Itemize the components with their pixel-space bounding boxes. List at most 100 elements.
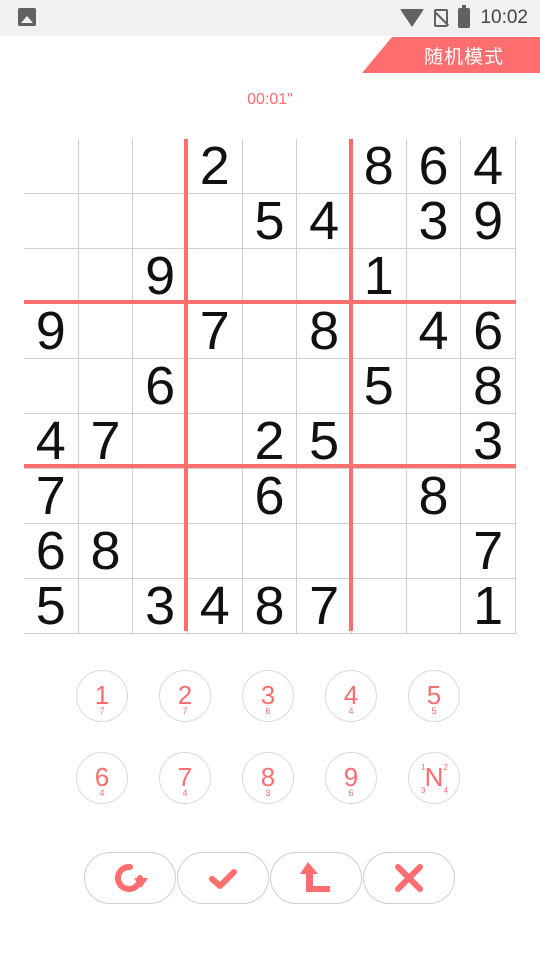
- board-cell-r5c4[interactable]: [188, 359, 243, 414]
- board-cell-r8c3[interactable]: [133, 524, 188, 579]
- board-cell-r1c8[interactable]: 6: [406, 139, 462, 194]
- board-cell-r1c3[interactable]: [133, 139, 188, 194]
- board-cell-r7c3[interactable]: [133, 469, 188, 524]
- note-mode-button[interactable]: N 1 2 3 4: [408, 752, 460, 804]
- board-cell-r1c1[interactable]: [24, 139, 79, 194]
- board-cell-r3c2[interactable]: [78, 249, 134, 304]
- board-cell-r2c4[interactable]: [188, 194, 243, 249]
- board-cell-r9c1[interactable]: 5: [24, 579, 79, 634]
- number-button-9[interactable]: 96: [325, 752, 377, 804]
- mode-label[interactable]: 随机模式: [362, 37, 540, 73]
- board-cell-r9c7[interactable]: [352, 579, 407, 634]
- board-cell-r4c9[interactable]: 6: [461, 304, 516, 359]
- board-cell-r3c1[interactable]: [24, 249, 79, 304]
- board-cell-r8c9[interactable]: 7: [461, 524, 516, 579]
- game-timer: 00:01": [247, 91, 293, 108]
- board-cell-r6c1[interactable]: 4: [24, 414, 79, 469]
- board-cell-r4c5[interactable]: [242, 304, 298, 359]
- board-cell-r2c6[interactable]: 4: [297, 194, 352, 249]
- board-cell-r5c7[interactable]: 5: [352, 359, 407, 414]
- board-cell-r6c3[interactable]: [133, 414, 188, 469]
- number-button-5[interactable]: 55: [408, 670, 460, 722]
- undo-button[interactable]: [84, 852, 176, 904]
- board-cell-r2c1[interactable]: [24, 194, 79, 249]
- board-cell-r3c6[interactable]: [297, 249, 352, 304]
- board-cell-r8c8[interactable]: [406, 524, 462, 579]
- board-cell-r5c9[interactable]: 8: [461, 359, 516, 414]
- board-cell-r4c6[interactable]: 8: [297, 304, 352, 359]
- number-button-7[interactable]: 74: [159, 752, 211, 804]
- board-cell-r2c7[interactable]: [352, 194, 407, 249]
- number-button-4[interactable]: 44: [325, 670, 377, 722]
- board-cell-r7c8[interactable]: 8: [406, 469, 462, 524]
- board-cell-r8c2[interactable]: 8: [78, 524, 134, 579]
- board-cell-r9c5[interactable]: 8: [242, 579, 298, 634]
- board-cell-r3c7[interactable]: 1: [352, 249, 407, 304]
- board-cell-r7c2[interactable]: [78, 469, 134, 524]
- board-cell-r9c2[interactable]: [78, 579, 134, 634]
- board-cell-r3c4[interactable]: [188, 249, 243, 304]
- erase-button[interactable]: [270, 852, 362, 904]
- board-cell-r5c2[interactable]: [78, 359, 134, 414]
- board-cell-r2c3[interactable]: [133, 194, 188, 249]
- board-cell-r4c4[interactable]: 7: [188, 304, 243, 359]
- number-button-2[interactable]: 27: [159, 670, 211, 722]
- board-cell-r3c8[interactable]: [406, 249, 462, 304]
- board-cell-r1c6[interactable]: [297, 139, 352, 194]
- board-cell-r2c8[interactable]: 3: [406, 194, 462, 249]
- board-cell-r8c4[interactable]: [188, 524, 243, 579]
- number-button-8[interactable]: 83: [242, 752, 294, 804]
- board-cell-r5c6[interactable]: [297, 359, 352, 414]
- board-cell-r8c5[interactable]: [242, 524, 298, 579]
- board-cell-r5c8[interactable]: [406, 359, 462, 414]
- board-cell-r1c9[interactable]: 4: [461, 139, 516, 194]
- board-cell-r5c5[interactable]: [242, 359, 298, 414]
- board-cell-r2c9[interactable]: 9: [461, 194, 516, 249]
- board-cell-r3c3[interactable]: 9: [133, 249, 188, 304]
- board-cell-r7c9[interactable]: [461, 469, 516, 524]
- board-cell-r4c2[interactable]: [78, 304, 134, 359]
- board-cell-r6c6[interactable]: 5: [297, 414, 352, 469]
- board-cell-r3c5[interactable]: [242, 249, 298, 304]
- board-cell-r1c4[interactable]: 2: [188, 139, 243, 194]
- clear-button[interactable]: [363, 852, 455, 904]
- board-cell-r3c9[interactable]: [461, 249, 516, 304]
- sudoku-board[interactable]: 28645439919784665847253768687534871: [24, 139, 516, 634]
- board-cell-r7c6[interactable]: [297, 469, 352, 524]
- board-cell-r2c5[interactable]: 5: [242, 194, 298, 249]
- number-button-3[interactable]: 36: [242, 670, 294, 722]
- board-cell-r9c8[interactable]: [406, 579, 462, 634]
- board-cell-r1c7[interactable]: 8: [352, 139, 407, 194]
- board-cell-r5c3[interactable]: 6: [133, 359, 188, 414]
- number-remaining-count: 7: [182, 706, 188, 716]
- confirm-button[interactable]: [177, 852, 269, 904]
- board-cell-r6c9[interactable]: 3: [461, 414, 516, 469]
- board-cell-r9c9[interactable]: 1: [461, 579, 516, 634]
- board-cell-r6c7[interactable]: [352, 414, 407, 469]
- board-cell-r8c7[interactable]: [352, 524, 407, 579]
- board-cell-r5c1[interactable]: [24, 359, 79, 414]
- board-cell-r9c4[interactable]: 4: [188, 579, 243, 634]
- board-cell-r4c3[interactable]: [133, 304, 188, 359]
- board-cell-r6c4[interactable]: [188, 414, 243, 469]
- board-cell-r4c7[interactable]: [352, 304, 407, 359]
- number-button-6[interactable]: 64: [76, 752, 128, 804]
- number-button-1[interactable]: 17: [76, 670, 128, 722]
- board-cell-r4c1[interactable]: 9: [24, 304, 79, 359]
- board-cell-r9c6[interactable]: 7: [297, 579, 352, 634]
- board-cell-r6c8[interactable]: [406, 414, 462, 469]
- board-cell-r7c7[interactable]: [352, 469, 407, 524]
- board-cell-r2c2[interactable]: [78, 194, 134, 249]
- board-cell-r6c2[interactable]: 7: [78, 414, 134, 469]
- board-cell-r6c5[interactable]: 2: [242, 414, 298, 469]
- board-cell-r7c5[interactable]: 6: [242, 469, 298, 524]
- board-cell-r8c1[interactable]: 6: [24, 524, 79, 579]
- board-cell-r8c6[interactable]: [297, 524, 352, 579]
- board-cell-r4c8[interactable]: 4: [406, 304, 462, 359]
- board-cell-r1c5[interactable]: [242, 139, 298, 194]
- board-cell-r7c1[interactable]: 7: [24, 469, 79, 524]
- board-cell-r7c4[interactable]: [188, 469, 243, 524]
- board-cell-r9c3[interactable]: 3: [133, 579, 188, 634]
- box-divider-vertical-2: [349, 139, 353, 631]
- board-cell-r1c2[interactable]: [78, 139, 134, 194]
